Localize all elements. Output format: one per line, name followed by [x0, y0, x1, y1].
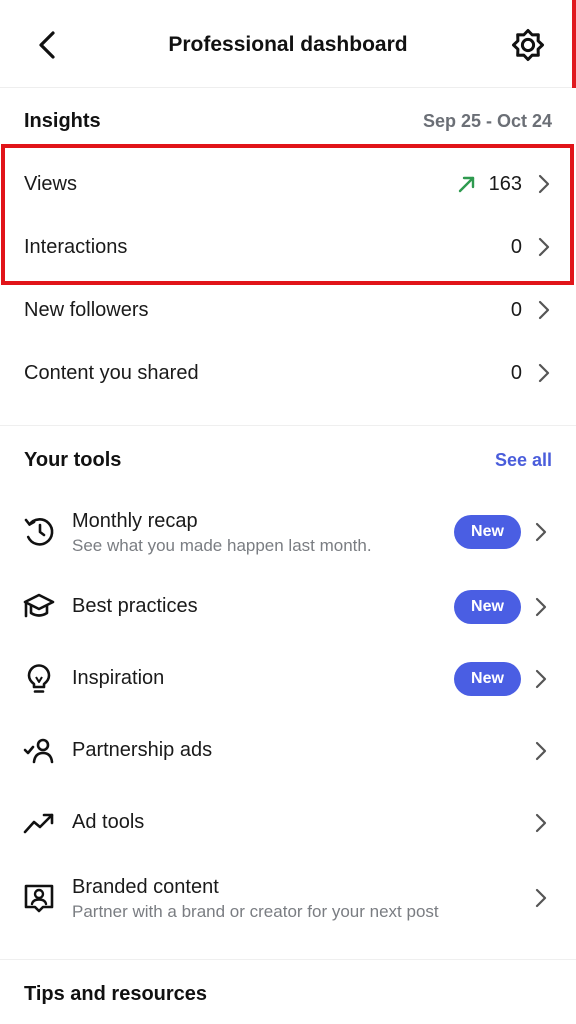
date-range[interactable]: Sep 25 - Oct 24: [423, 111, 552, 132]
tool-row-monthly-recap[interactable]: Monthly recap See what you made happen l…: [0, 501, 576, 561]
chevron-right-icon: [532, 595, 550, 619]
chevron-right-icon: [532, 811, 550, 835]
tool-subtitle: See what you made happen last month.: [72, 536, 372, 555]
chevron-right-icon: [532, 667, 550, 691]
branded-content-icon: [21, 880, 57, 916]
tool-subtitle: Partner with a brand or creator for your…: [72, 902, 439, 921]
tools-title: Your tools: [24, 448, 122, 471]
highlight-annotation-box: [1, 144, 574, 285]
stat-value: 0: [510, 361, 522, 384]
tools-header: Your tools See all: [24, 445, 552, 475]
person-check-icon: [21, 733, 57, 769]
graduation-cap-icon: [21, 589, 57, 625]
history-clock-icon: [21, 513, 57, 549]
chevron-right-icon: [532, 520, 550, 544]
settings-button[interactable]: [509, 26, 547, 64]
new-badge: New: [454, 590, 521, 624]
section-divider: [0, 425, 576, 426]
chevron-right-icon: [532, 739, 550, 763]
top-bar: Professional dashboard: [0, 0, 576, 88]
stat-label: New followers: [24, 298, 149, 321]
chevron-right-icon: [536, 299, 552, 321]
insights-header: Insights Sep 25 - Oct 24: [24, 106, 552, 136]
chevron-right-icon: [536, 362, 552, 384]
stat-row-new-followers[interactable]: New followers 0: [24, 285, 552, 335]
see-all-link[interactable]: See all: [495, 450, 552, 471]
tool-row-best-practices[interactable]: Best practices New: [0, 577, 576, 637]
tool-label: Inspiration: [72, 667, 165, 689]
tool-row-partnership-ads[interactable]: Partnership ads: [0, 721, 576, 781]
new-badge: New: [454, 662, 521, 696]
edge-marker: [572, 0, 576, 88]
gear-icon: [512, 29, 544, 61]
chevron-right-icon: [532, 886, 550, 910]
tool-row-ad-tools[interactable]: Ad tools: [0, 793, 576, 853]
tips-title: Tips and resources: [24, 982, 208, 1005]
tool-label: Monthly recap: [72, 510, 198, 532]
new-badge: New: [454, 515, 521, 549]
stat-label: Content you shared: [24, 361, 199, 384]
tool-label: Partnership ads: [72, 739, 213, 761]
lightbulb-icon: [21, 661, 57, 697]
stat-value: 0: [510, 298, 522, 321]
tool-label: Best practices: [72, 595, 198, 617]
stat-row-content-shared[interactable]: Content you shared 0: [24, 348, 552, 398]
tool-label: Branded content: [72, 876, 219, 898]
tool-row-branded-content[interactable]: Branded content Partner with a brand or …: [0, 868, 576, 928]
tips-header: Tips and resources: [24, 979, 552, 1009]
insights-title: Insights: [24, 109, 101, 132]
tool-row-inspiration[interactable]: Inspiration New: [0, 649, 576, 709]
page-title: Professional dashboard: [168, 33, 408, 56]
trend-up-icon: [21, 805, 57, 841]
tool-label: Ad tools: [72, 811, 145, 833]
section-divider: [0, 959, 576, 960]
